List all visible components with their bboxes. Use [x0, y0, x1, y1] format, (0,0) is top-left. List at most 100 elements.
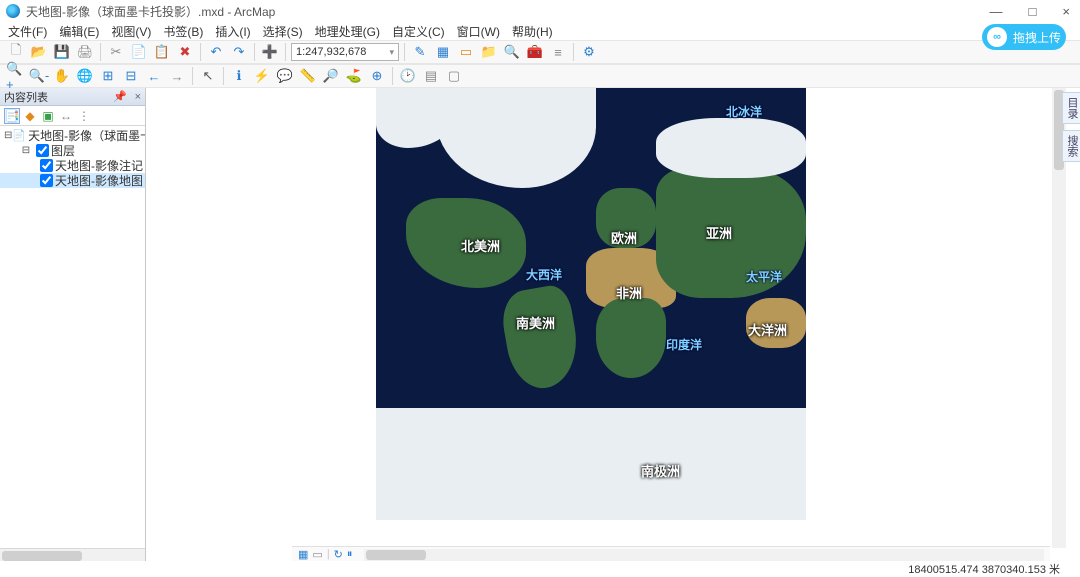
tree-root-label: 天地图-影像（球面墨卡托投 [28, 127, 145, 144]
pause-icon[interactable]: ⏸ [347, 548, 353, 561]
fixed-zoom-in-icon[interactable]: ⊞ [98, 66, 118, 86]
time-slider-icon[interactable]: 🕑 [398, 66, 418, 86]
html-popup-icon[interactable]: 💬 [275, 66, 295, 86]
tree-dataframe[interactable]: ⊟ 图层 [0, 143, 145, 158]
print-icon[interactable]: 🖨 [75, 42, 95, 62]
list-by-visibility-icon[interactable]: ▣ [40, 108, 56, 124]
separator [192, 67, 193, 85]
label-s-america: 南美洲 [516, 313, 555, 332]
layout-view-icon[interactable]: ▭ [312, 548, 322, 561]
identify-icon[interactable]: ℹ [229, 66, 249, 86]
separator [285, 43, 286, 61]
select-icon[interactable]: ↖ [198, 66, 218, 86]
tab-search[interactable]: 搜索 [1062, 130, 1080, 162]
map-image: 北冰洋 北美洲 欧洲 亚洲 大西洋 非洲 太平洋 南美洲 大洋洲 印度洋 南极洲 [376, 88, 806, 520]
scale-combo[interactable]: 1:247,932,678 ▾ [291, 43, 399, 61]
pin-icon[interactable]: 📌 [113, 90, 127, 103]
toc-title: 内容列表 [4, 89, 48, 105]
refresh-icon[interactable]: ↻ [334, 548, 343, 561]
layer-checkbox[interactable] [40, 159, 53, 172]
layer-checkbox[interactable] [40, 174, 53, 187]
new-icon[interactable]: 🗋 [6, 42, 26, 62]
catalog-icon[interactable]: 📁 [479, 42, 499, 62]
menu-view[interactable]: 视图(V) [111, 23, 151, 40]
toc-view-icons: 📑 ◆ ▣ ↔ ⋮ [0, 106, 145, 126]
python-icon[interactable]: ≡ [548, 42, 568, 62]
list-by-selection-icon[interactable]: ↔ [58, 108, 74, 124]
menu-edit[interactable]: 编辑(E) [59, 23, 99, 40]
find-route-icon[interactable]: ⛳ [344, 66, 364, 86]
horizontal-scrollbar[interactable] [364, 549, 1044, 561]
menu-window[interactable]: 窗口(W) [457, 23, 500, 40]
upload-label: 拖拽上传 [1013, 29, 1061, 46]
options-icon[interactable]: ⋮ [76, 108, 92, 124]
scrollbar-thumb[interactable] [2, 551, 82, 561]
tree-layer-img[interactable]: 天地图-影像地图（球 [0, 173, 145, 188]
collapse-icon[interactable]: ⊟ [4, 130, 12, 141]
statusbar: 18400515.474 3870340.153 米 [0, 561, 1080, 575]
viewer-window-icon[interactable]: ▤ [421, 66, 441, 86]
goto-xy-icon[interactable]: ⊕ [367, 66, 387, 86]
zoom-out-icon[interactable]: 🔍- [29, 66, 49, 86]
collapse-icon[interactable]: ⊟ [20, 145, 32, 156]
label-oceania: 大洋洲 [748, 320, 787, 339]
maximize-button[interactable]: □ [1025, 4, 1041, 19]
save-icon[interactable]: 💾 [52, 42, 72, 62]
open-icon[interactable]: 📂 [29, 42, 49, 62]
editor-icon[interactable]: ✎ [410, 42, 430, 62]
list-by-source-icon[interactable]: ◆ [22, 108, 38, 124]
find-icon[interactable]: 🔎 [321, 66, 341, 86]
tree-root[interactable]: ⊟ 📄 天地图-影像（球面墨卡托投 [0, 128, 145, 143]
menu-insert[interactable]: 插入(I) [215, 23, 250, 40]
hyperlink-icon[interactable]: ⚡ [252, 66, 272, 86]
back-extent-icon[interactable]: ← [144, 66, 164, 86]
undo-icon[interactable]: ↶ [206, 42, 226, 62]
toc-close-icon[interactable]: × [135, 91, 141, 103]
table-icon[interactable]: ▦ [433, 42, 453, 62]
full-extent-icon[interactable]: 🌐 [75, 66, 95, 86]
paste-icon[interactable]: 📋 [152, 42, 172, 62]
menu-custom[interactable]: 自定义(C) [392, 23, 445, 40]
list-by-drawing-icon[interactable]: 📑 [4, 108, 20, 124]
separator: | [327, 548, 330, 561]
map-canvas[interactable]: 北冰洋 北美洲 欧洲 亚洲 大西洋 非洲 太平洋 南美洲 大洋洲 印度洋 南极洲 [146, 88, 1080, 562]
app-icon [6, 4, 20, 18]
minimize-button[interactable]: — [986, 4, 1007, 19]
label-pacific: 太平洋 [746, 268, 782, 285]
map-doc-icon: 📄 [12, 129, 26, 142]
copy-icon[interactable]: 📄 [129, 42, 149, 62]
search-icon[interactable]: 🔍 [502, 42, 522, 62]
measure-icon[interactable]: 📏 [298, 66, 318, 86]
menu-select[interactable]: 选择(S) [263, 23, 303, 40]
menu-help[interactable]: 帮助(H) [512, 23, 553, 40]
fwd-extent-icon[interactable]: → [167, 66, 187, 86]
toc-horizontal-scrollbar[interactable] [0, 548, 145, 562]
data-view-icon[interactable]: ▦ [298, 548, 308, 561]
overview-icon[interactable]: ▢ [444, 66, 464, 86]
scrollbar-thumb[interactable] [366, 550, 426, 560]
close-button[interactable]: × [1058, 4, 1074, 19]
upload-button[interactable]: ∞ 拖拽上传 [982, 24, 1066, 50]
dataframe-checkbox[interactable] [36, 144, 49, 157]
delete-icon[interactable]: ✖ [175, 42, 195, 62]
separator [573, 43, 574, 61]
fixed-zoom-out-icon[interactable]: ⊟ [121, 66, 141, 86]
pan-icon[interactable]: ✋ [52, 66, 72, 86]
cut-icon[interactable]: ✂ [106, 42, 126, 62]
menubar: 文件(F) 编辑(E) 视图(V) 书签(B) 插入(I) 选择(S) 地理处理… [0, 22, 1080, 40]
tree-layer-anno[interactable]: 天地图-影像注记（球 [0, 158, 145, 173]
toolbox-icon[interactable]: 🧰 [525, 42, 545, 62]
menu-bookmark[interactable]: 书签(B) [163, 23, 203, 40]
main: 内容列表 📌 × 📑 ◆ ▣ ↔ ⋮ ⊟ 📄 天地图-影像（球面墨卡托投 ⊟ 图… [0, 88, 1080, 562]
add-data-icon[interactable]: ➕ [260, 42, 280, 62]
menu-file[interactable]: 文件(F) [8, 23, 47, 40]
right-side-tabs: 目录 搜索 [1064, 88, 1080, 562]
zoom-in-icon[interactable]: 🔍+ [6, 66, 26, 86]
menu-geoproc[interactable]: 地理处理(G) [315, 23, 380, 40]
tab-catalog[interactable]: 目录 [1062, 92, 1080, 124]
modelbuilder-icon[interactable]: ⚙ [579, 42, 599, 62]
window-title: 天地图-影像（球面墨卡托投影）.mxd - ArcMap [26, 3, 275, 20]
layer-img-label: 天地图-影像地图（球 [55, 172, 145, 189]
redo-icon[interactable]: ↷ [229, 42, 249, 62]
toc-icon[interactable]: ▭ [456, 42, 476, 62]
